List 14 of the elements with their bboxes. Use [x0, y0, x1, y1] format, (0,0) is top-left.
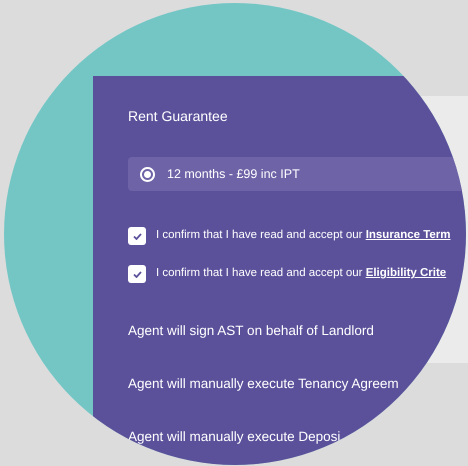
- agent-option: Agent will manually execute Deposi: [128, 427, 466, 447]
- checkbox[interactable]: [128, 265, 146, 283]
- confirmation-text: I confirm that I have read and accept our Insurance Term: [156, 228, 450, 244]
- agent-option: Agent will sign AST on behalf of Landlord: [128, 321, 466, 341]
- terms-link[interactable]: Eligibility Crite: [366, 267, 446, 280]
- agent-option: Agent will manually execute Tenancy Agreem: [128, 374, 466, 394]
- section-title: Rent Guarantee: [128, 107, 229, 126]
- option-label: 12 months - £99 inc IPT: [167, 166, 300, 183]
- confirmation-text: I confirm that I have read and accept our Eligibility Crite: [156, 266, 446, 282]
- checkbox[interactable]: [128, 227, 146, 245]
- radio-button[interactable]: [140, 166, 155, 182]
- check-icon: [132, 270, 142, 278]
- terms-link[interactable]: Insurance Term: [366, 229, 450, 242]
- check-icon: [132, 232, 142, 240]
